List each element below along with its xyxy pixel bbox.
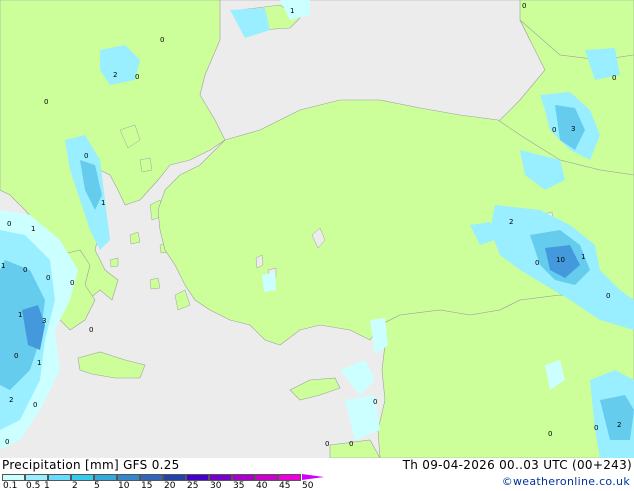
map-label: 0 xyxy=(594,424,598,432)
map-label: 0 xyxy=(135,73,139,81)
map-label: 0 xyxy=(160,36,164,44)
map-title: Precipitation [mm] GFS 0.25 xyxy=(2,458,180,472)
color-swatch xyxy=(48,474,71,481)
map-label: 2 xyxy=(617,421,621,429)
color-swatch xyxy=(94,474,117,481)
map-label: 0 xyxy=(46,274,50,282)
map-label: 0 xyxy=(606,292,610,300)
map-label: 0 xyxy=(373,398,377,406)
color-scale-bar xyxy=(2,474,301,481)
color-swatch xyxy=(209,474,232,481)
map-label: 0 xyxy=(89,326,93,334)
map-label: 1 xyxy=(581,253,585,261)
map-label: 1 xyxy=(37,359,41,367)
map-label: 0 xyxy=(552,126,556,134)
color-swatch xyxy=(140,474,163,481)
color-swatch xyxy=(25,474,48,481)
map-label: 0 xyxy=(70,279,74,287)
map-label: 0 xyxy=(44,98,48,106)
map-label: 3 xyxy=(42,317,46,325)
map-label: 10 xyxy=(556,256,565,264)
map-label: 3 xyxy=(571,125,575,133)
color-swatch xyxy=(2,474,25,481)
map-label: 2 xyxy=(509,218,513,226)
map-label: 0 xyxy=(5,438,9,446)
valid-time: Th 09-04-2026 00..03 UTC (00+243) xyxy=(402,458,632,472)
map-label: 0 xyxy=(535,259,539,267)
land-levant xyxy=(377,294,634,458)
credit-link[interactable]: ©weatheronline.co.uk xyxy=(502,475,630,488)
map-label: 1 xyxy=(1,262,5,270)
color-swatch xyxy=(117,474,140,481)
map-label: 2 xyxy=(9,396,13,404)
map-label: 0 xyxy=(349,440,353,448)
color-swatch xyxy=(278,474,301,481)
color-swatch xyxy=(71,474,94,481)
color-swatch xyxy=(186,474,209,481)
map-label: 0 xyxy=(84,152,88,160)
map-label: 0 xyxy=(325,440,329,448)
map-label: 0 xyxy=(612,74,616,82)
color-swatch xyxy=(255,474,278,481)
map-label: 1 xyxy=(101,199,105,207)
map-label: 0 xyxy=(23,266,27,274)
map-label: 1 xyxy=(290,7,294,15)
color-scale-arrow xyxy=(302,474,324,480)
precipitation-map: 1 0 2 0 0 0 3 0 0 0 1 0 2 1 10 1 0 0 1 0… xyxy=(0,0,634,458)
map-label: 2 xyxy=(113,71,117,79)
map-label: 0 xyxy=(548,430,552,438)
map-label: 1 xyxy=(18,311,22,319)
map-label: 0 xyxy=(7,220,11,228)
color-swatch xyxy=(232,474,255,481)
map-label: 0 xyxy=(14,352,18,360)
map-label: 0 xyxy=(522,2,526,10)
map-label: 1 xyxy=(31,225,35,233)
map-label: 0 xyxy=(33,401,37,409)
color-swatch xyxy=(163,474,186,481)
